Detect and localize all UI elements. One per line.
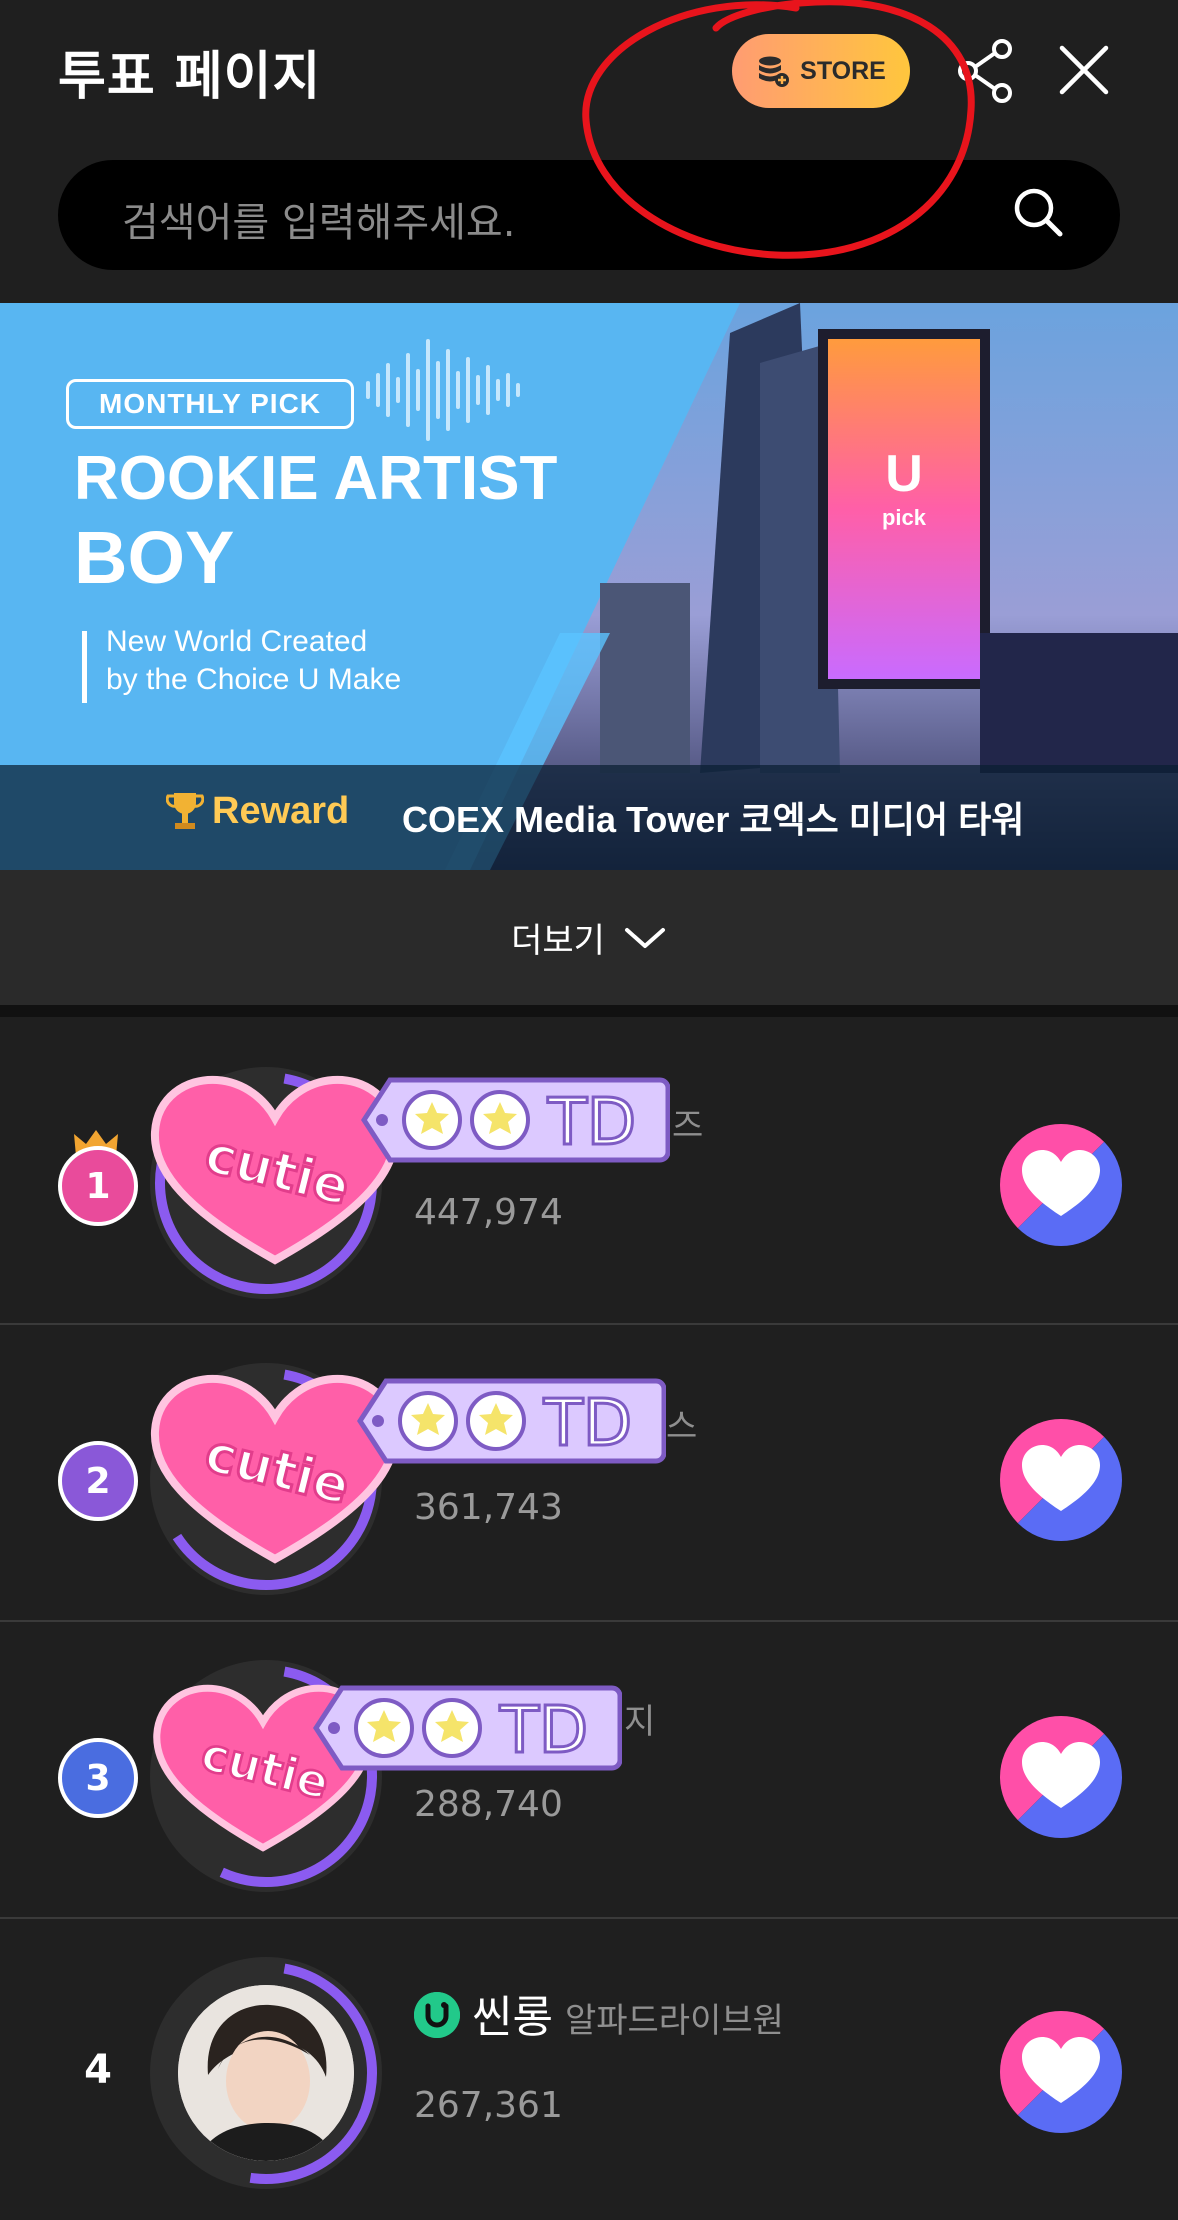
more-button[interactable]: 더보기	[0, 870, 1178, 1005]
group-name: 알파드라이브원	[564, 2001, 784, 2041]
svg-text:TD: TD	[547, 1086, 636, 1160]
banner-title-line1: ROOKIE ARTIST	[74, 444, 558, 513]
search-icon[interactable]	[1010, 184, 1066, 240]
artist-photo	[178, 1985, 354, 2161]
share-icon[interactable]	[956, 38, 1014, 104]
ootd-tag-sticker: TD	[361, 1077, 670, 1163]
group-name: 스	[666, 1407, 698, 1447]
banner-subtitle-line1: New World Created	[106, 625, 368, 658]
vote-button[interactable]	[1000, 2011, 1122, 2133]
trophy-icon	[166, 793, 204, 829]
monthly-pick-banner[interactable]: U pick MONTHLY PICK ROOKIE ARTIST BOY Ne…	[0, 303, 1178, 870]
close-icon[interactable]	[1056, 42, 1112, 98]
chevron-down-icon	[624, 927, 665, 948]
coin-stack-plus-icon	[759, 56, 790, 87]
ranking-row-1[interactable]: 1 cutie TD 즈 447,974	[0, 1030, 1178, 1325]
svg-text:TD: TD	[543, 1387, 632, 1461]
store-button[interactable]: STORE	[732, 34, 910, 108]
rank-badge: 2	[58, 1441, 138, 1521]
svg-text:pick: pick	[882, 505, 927, 530]
more-label: 더보기	[511, 921, 605, 961]
banner-subtitle-line2: by the Choice U Make	[106, 663, 402, 696]
u-pick-badge-icon	[414, 1992, 460, 2038]
monthly-pick-pill: MONTHLY PICK	[66, 379, 355, 429]
vote-button[interactable]	[1000, 1419, 1122, 1541]
vote-count: 267,361	[414, 2085, 563, 2126]
group-name-fragment: 지	[624, 1694, 655, 1743]
rank-badge: 3	[58, 1738, 138, 1818]
subtitle-divider	[82, 631, 87, 703]
search-placeholder: 검색어를 입력해주세요.	[122, 200, 516, 246]
reward-label: Reward	[212, 790, 350, 832]
group-name-fragment: 스	[666, 1399, 697, 1448]
ranking-row-2[interactable]: 2 cutie TD 스 361,743	[0, 1327, 1178, 1622]
svg-text:TD: TD	[499, 1694, 588, 1768]
ootd-tag-sticker: TD	[357, 1378, 666, 1464]
vote-count: 288,740	[414, 1784, 563, 1825]
artist-name: 씬롱	[472, 1992, 553, 2043]
vote-button[interactable]	[1000, 1716, 1122, 1838]
store-label: STORE	[800, 56, 886, 85]
rank-badge: 1	[58, 1146, 138, 1226]
ranking-row-3[interactable]: 3 cutie TD 지 288,740	[0, 1624, 1178, 1919]
vote-count: 447,974	[414, 1192, 563, 1233]
avatar[interactable]	[150, 1957, 382, 2189]
banner-title-line2: BOY	[74, 516, 235, 599]
group-name-fragment: 즈	[672, 1098, 703, 1147]
group-name: 즈	[672, 1106, 704, 1146]
artist-name-row: 씬롱 알파드라이브원	[414, 1981, 784, 2045]
search-input[interactable]: 검색어를 입력해주세요.	[58, 160, 1120, 270]
sound-wave-icon	[366, 339, 520, 441]
ranking-row-4[interactable]: 4 씬롱 알파드라이브원 267,361	[0, 1921, 1178, 2216]
rank-number: 4	[84, 2047, 112, 2093]
page-title: 투표 페이지	[58, 47, 322, 107]
vote-button[interactable]	[1000, 1124, 1122, 1246]
ootd-tag-sticker: TD	[313, 1685, 622, 1771]
section-divider	[0, 1005, 1178, 1017]
reward-text: COEX Media Tower 코엑스 미디어 타워	[402, 799, 1025, 840]
svg-text:U: U	[885, 445, 923, 503]
header: 투표 페이지 STORE 검색어를 입력해주세요.	[0, 0, 1178, 300]
vote-count: 361,743	[414, 1487, 563, 1528]
group-name: 지	[624, 1702, 656, 1742]
